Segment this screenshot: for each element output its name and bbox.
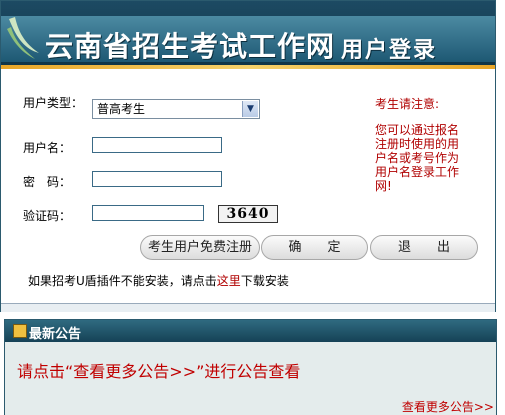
site-title: 云南省招生考试工作网 — [45, 30, 336, 63]
captcha-label: 验证码： — [23, 209, 72, 223]
captcha-input[interactable] — [92, 205, 204, 221]
logo-icon — [7, 17, 39, 59]
news-header: 最新公告 — [5, 320, 496, 342]
site-banner: 云南省招生考试工作网 用户登录 — [1, 1, 495, 69]
banner-accent-line — [1, 65, 495, 69]
username-input[interactable] — [92, 137, 222, 153]
notice-icon — [13, 324, 27, 338]
notice-body: 您可以通过报名注册时使用的用户名或考号作为用户名登录工作网! — [375, 123, 460, 193]
hint-text: 如果招考U盾插件不能安装，请点击 — [28, 274, 217, 288]
login-panel: 云南省招生考试工作网 用户登录 用户类型： 普高考生 ▼ 用户名： 密 码： 验… — [0, 0, 496, 312]
confirm-button[interactable]: 确 定 — [261, 235, 368, 260]
password-input[interactable] — [92, 171, 222, 187]
user-type-select[interactable]: 普高考生 ▼ — [92, 99, 260, 119]
page-title: 用户登录 — [341, 38, 438, 63]
news-panel: 最新公告 请点击“查看更多公告>>”进行公告查看 查看更多公告>> — [4, 319, 497, 415]
chevron-down-icon[interactable]: ▼ — [242, 101, 258, 117]
hint-text-end: 下载安装 — [240, 274, 289, 288]
plugin-hint: 如果招考U盾插件不能安装，请点击这里下载安装 — [28, 272, 289, 289]
register-button[interactable]: 考生用户免费注册 — [140, 235, 260, 260]
panel-footer — [1, 303, 495, 312]
notice-title: 考生请注意: — [375, 97, 440, 111]
download-link[interactable]: 这里 — [217, 274, 241, 288]
captcha-image[interactable]: 3640 — [218, 205, 278, 223]
more-news-link[interactable]: 查看更多公告>> — [402, 398, 494, 415]
exit-button[interactable]: 退 出 — [370, 235, 478, 260]
news-title: 最新公告 — [29, 327, 82, 342]
password-label: 密 码： — [23, 175, 72, 189]
user-type-value: 普高考生 — [97, 102, 146, 116]
news-message: 请点击“查看更多公告>>”进行公告查看 — [17, 362, 301, 381]
user-type-label: 用户类型： — [23, 96, 84, 110]
username-label: 用户名： — [23, 141, 72, 155]
